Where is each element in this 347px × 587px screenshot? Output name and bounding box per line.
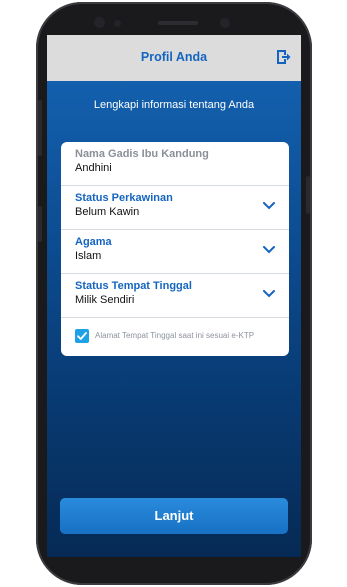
ektp-address-checkbox[interactable] xyxy=(75,329,89,343)
power-button xyxy=(306,176,310,214)
front-camera xyxy=(94,17,105,28)
chevron-down-icon[interactable] xyxy=(263,290,275,298)
profile-form-card: Nama Gadis Ibu Kandung Andhini Status Pe… xyxy=(61,142,289,356)
bixby-button xyxy=(38,206,42,242)
proximity-sensor xyxy=(114,20,121,27)
marital-status-select[interactable]: Status Perkawinan Belum Kawin xyxy=(61,186,289,230)
field-value: Andhini xyxy=(75,162,112,174)
field-value: Belum Kawin xyxy=(75,206,140,218)
field-value: Islam xyxy=(75,250,102,262)
mother-maiden-name-field[interactable]: Nama Gadis Ibu Kandung Andhini xyxy=(61,142,289,186)
earpiece-speaker xyxy=(158,21,198,25)
selfie-camera xyxy=(220,18,230,28)
app-header: Profil Anda xyxy=(47,35,301,81)
field-label: Nama Gadis Ibu Kandung xyxy=(75,148,209,160)
form-subtitle: Lengkapi informasi tentang Anda xyxy=(93,99,255,111)
religion-select[interactable]: Agama Islam xyxy=(61,230,289,274)
residence-status-select[interactable]: Status Tempat Tinggal Milik Sendiri xyxy=(61,274,289,318)
app-screen: Profil Anda Lengkapi informasi tentang A… xyxy=(47,35,301,557)
checkbox-label: Alamat Tempat Tinggal saat ini sesuai e-… xyxy=(95,331,255,340)
page-title: Profil Anda xyxy=(140,50,208,64)
field-value: Milik Sendiri xyxy=(75,294,135,306)
logout-icon[interactable] xyxy=(276,49,291,65)
continue-button[interactable]: Lanjut xyxy=(60,498,288,534)
volume-button xyxy=(38,100,42,156)
chevron-down-icon[interactable] xyxy=(263,246,275,254)
field-label: Agama xyxy=(75,236,112,248)
field-label: Status Tempat Tinggal xyxy=(75,280,192,292)
chevron-down-icon[interactable] xyxy=(263,202,275,210)
field-label: Status Perkawinan xyxy=(75,192,173,204)
checkmark-icon xyxy=(77,332,87,340)
ektp-address-checkbox-row[interactable]: Alamat Tempat Tinggal saat ini sesuai e-… xyxy=(75,329,285,345)
